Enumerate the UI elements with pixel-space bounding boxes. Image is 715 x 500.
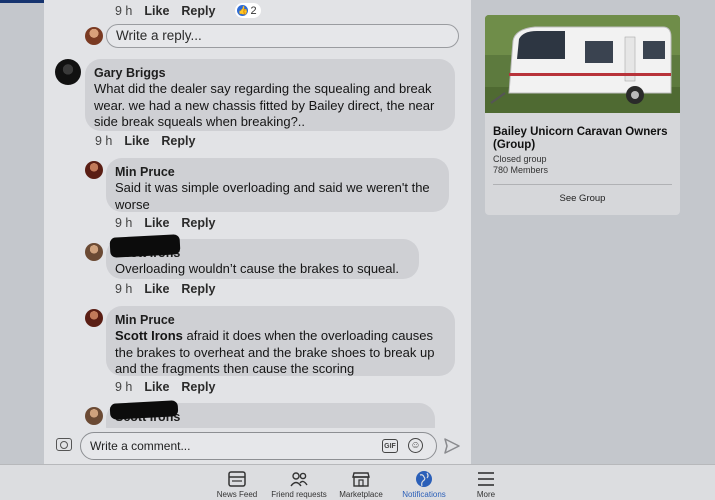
divider bbox=[493, 184, 672, 185]
tab-friend-requests[interactable]: Friend requests bbox=[264, 470, 334, 499]
avatar[interactable] bbox=[85, 243, 103, 261]
comment-text: What did the dealer say regarding the sq… bbox=[94, 81, 435, 129]
reply-link[interactable]: Reply bbox=[181, 216, 215, 230]
camera-icon[interactable] bbox=[56, 438, 72, 451]
reply-link[interactable]: Reply bbox=[181, 282, 215, 296]
send-icon[interactable] bbox=[443, 437, 461, 455]
tab-notifications[interactable]: Notifications bbox=[389, 470, 459, 499]
tab-marketplace[interactable]: Marketplace bbox=[326, 470, 396, 499]
group-members: 780 Members bbox=[493, 165, 549, 175]
news-feed-icon bbox=[228, 471, 246, 487]
tab-label: More bbox=[476, 490, 496, 499]
avatar[interactable] bbox=[85, 161, 103, 179]
menu-icon bbox=[478, 472, 494, 486]
mention-link[interactable]: Scott Irons bbox=[115, 328, 183, 343]
marketplace-icon bbox=[352, 472, 370, 487]
comment-placeholder: Write a comment... bbox=[90, 439, 191, 453]
thumbs-up-icon: 👍 bbox=[237, 5, 249, 16]
tab-label: News Feed bbox=[216, 490, 258, 499]
comment-actions: 9 h Like Reply bbox=[115, 380, 227, 394]
group-title[interactable]: Bailey Unicorn Caravan Owners (Group) bbox=[493, 126, 673, 152]
tab-label: Notifications bbox=[402, 490, 446, 499]
comment-text: Scott Irons afraid it does when the over… bbox=[115, 328, 435, 376]
like-link[interactable]: Like bbox=[144, 282, 169, 296]
tab-more[interactable]: More bbox=[451, 470, 521, 499]
comment-actions: 9 h Like Reply bbox=[115, 282, 227, 296]
avatar bbox=[85, 27, 103, 45]
comment-time: 9 h bbox=[115, 380, 133, 394]
bottom-tab-bar: News Feed Friend requests Marketplace No… bbox=[0, 464, 715, 500]
comment-bubble: Min Pruce Said it was simple overloading… bbox=[106, 158, 449, 212]
like-link[interactable]: Like bbox=[144, 4, 169, 18]
comment-time: 9 h bbox=[115, 216, 133, 230]
comment-text: Overloading wouldn’t cause the brakes to… bbox=[115, 261, 400, 276]
reaction-count[interactable]: 👍 2 bbox=[235, 3, 261, 18]
friends-icon bbox=[290, 472, 308, 487]
globe-icon bbox=[416, 471, 432, 487]
comment-text: Said it was simple overloading and said … bbox=[115, 180, 430, 212]
reply-link[interactable]: Reply bbox=[161, 134, 195, 148]
comment-actions: 9 h Like Reply bbox=[115, 216, 227, 230]
tab-news-feed[interactable]: News Feed bbox=[202, 470, 272, 499]
comment-bubble: Min Pruce Scott Irons afraid it does whe… bbox=[106, 306, 455, 376]
like-link[interactable]: Like bbox=[124, 134, 149, 148]
comment-actions: 9 h Like Reply bbox=[95, 134, 207, 148]
like-link[interactable]: Like bbox=[144, 380, 169, 394]
comment-author[interactable]: Min Pruce bbox=[115, 312, 446, 328]
comment-thread: 9 h Like Reply 👍 2 Write a reply... Gary… bbox=[44, 0, 471, 464]
comment-bubble: Gary Briggs What did the dealer say rega… bbox=[85, 59, 455, 131]
comment-actions: 9 h Like Reply 👍 2 bbox=[115, 3, 261, 18]
redaction-mark bbox=[109, 234, 181, 258]
comment-input[interactable]: Write a comment... GIF ☺ bbox=[80, 432, 437, 460]
reply-link[interactable]: Reply bbox=[181, 4, 215, 18]
like-link[interactable]: Like bbox=[144, 216, 169, 230]
group-cover-image[interactable] bbox=[485, 15, 680, 113]
comment-time: 9 h bbox=[115, 282, 133, 296]
reply-link[interactable]: Reply bbox=[181, 380, 215, 394]
group-card[interactable]: Bailey Unicorn Caravan Owners (Group) Cl… bbox=[485, 15, 680, 215]
see-group-button[interactable]: See Group bbox=[485, 193, 680, 204]
emoji-icon[interactable]: ☺ bbox=[408, 438, 423, 453]
avatar[interactable] bbox=[55, 59, 81, 85]
avatar[interactable] bbox=[85, 309, 103, 327]
comment-time: 9 h bbox=[115, 3, 133, 18]
group-privacy: Closed group bbox=[493, 154, 547, 164]
tab-label: Friend requests bbox=[271, 490, 327, 499]
comment-author[interactable]: Gary Briggs bbox=[94, 65, 446, 81]
avatar[interactable] bbox=[85, 407, 103, 425]
reply-input[interactable]: Write a reply... bbox=[106, 24, 459, 48]
comment-author[interactable]: Min Pruce bbox=[115, 164, 440, 180]
comment-time: 9 h bbox=[95, 134, 113, 148]
gif-icon[interactable]: GIF bbox=[382, 439, 398, 453]
comment-composer: Write a comment... GIF ☺ bbox=[44, 428, 471, 464]
tab-label: Marketplace bbox=[339, 490, 383, 499]
